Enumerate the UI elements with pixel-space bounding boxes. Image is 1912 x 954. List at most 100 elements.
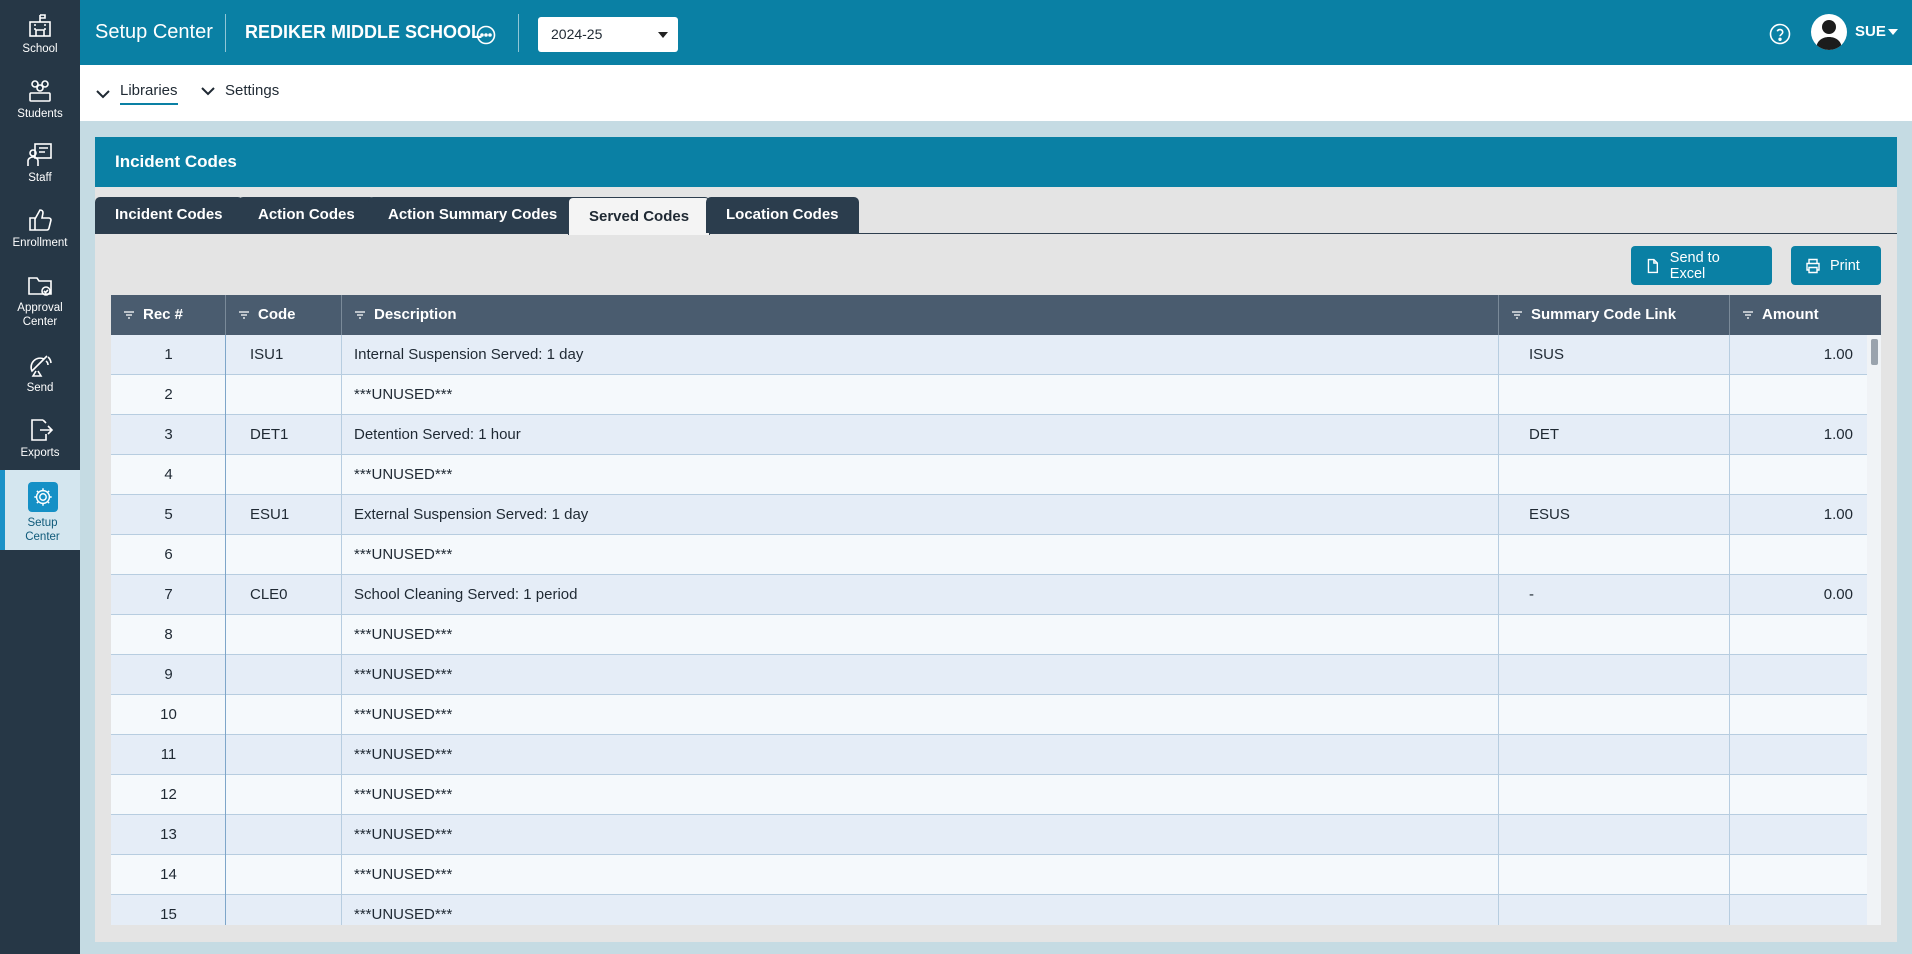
cell-summary-code-link [1499, 775, 1730, 815]
avatar[interactable] [1811, 14, 1847, 50]
sidebar-item-setup-center[interactable]: Setup Center [0, 470, 80, 550]
cell-summary-code-link [1499, 535, 1730, 575]
cell-description: ***UNUSED*** [354, 386, 453, 403]
table-row[interactable]: 7 CLE0 School Cleaning Served: 1 period - 0.… [111, 575, 1867, 615]
table-row[interactable]: 11 ***UNUSED*** [111, 735, 1867, 775]
cell-rec: 5 [164, 506, 173, 523]
cell-rec: 15 [160, 906, 177, 923]
thumbs-up-icon [29, 209, 52, 231]
top-bar: Setup Center REDIKER MIDDLE SCHOOL 2024-… [80, 0, 1912, 65]
table-row[interactable]: 5 ESU1 External Suspension Served: 1 day ES… [111, 495, 1867, 535]
sidebar-item-label: Center [22, 316, 58, 328]
sidebar-item-exports[interactable]: Exports [0, 416, 80, 460]
cell-summary-code-link: DET [1529, 426, 1559, 443]
column-header-summary-code-link[interactable]: Summary Code Link [1499, 295, 1730, 335]
filter-icon[interactable] [123, 309, 135, 321]
column-divider [341, 335, 342, 925]
column-divider [1498, 335, 1499, 925]
filter-icon[interactable] [238, 309, 250, 321]
cell-code [226, 615, 342, 655]
school-icon [29, 14, 51, 37]
sidebar-item-staff[interactable]: Staff [0, 141, 80, 185]
chevron-down-icon [658, 32, 668, 38]
table-row[interactable]: 13 ***UNUSED*** [111, 815, 1867, 855]
column-header-label: Amount [1762, 306, 1819, 323]
table-row[interactable]: 3 DET1 Detention Served: 1 hour DET 1.00 [111, 415, 1867, 455]
user-name[interactable]: SUE [1855, 23, 1886, 40]
cell-code [226, 455, 342, 495]
cell-rec: 11 [160, 746, 177, 763]
filter-icon[interactable] [1511, 309, 1523, 321]
nav-libraries[interactable]: Libraries [95, 82, 178, 105]
cell-description: School Cleaning Served: 1 period [354, 586, 578, 603]
table-row[interactable]: 10 ***UNUSED*** [111, 695, 1867, 735]
sidebar-item-enrollment[interactable]: Enrollment [0, 206, 80, 250]
sidebar-item-label: Approval [17, 302, 63, 314]
cell-rec: 2 [164, 386, 173, 403]
table-row[interactable]: 2 ***UNUSED*** [111, 375, 1867, 415]
cell-description: ***UNUSED*** [354, 786, 453, 803]
cell-description: ***UNUSED*** [354, 706, 453, 723]
cell-amount [1730, 855, 1853, 895]
served-codes-table: Rec # Code Description Summary Code Link… [111, 295, 1881, 925]
cell-summary-code-link [1499, 655, 1730, 695]
cell-rec: 13 [160, 826, 177, 843]
sidebar-item-send[interactable]: Send [0, 351, 80, 395]
tab-served-codes[interactable]: Served Codes [568, 197, 711, 235]
help-icon[interactable] [1768, 22, 1792, 46]
school-name: REDIKER MIDDLE SCHOOL [245, 22, 483, 42]
cell-description: ***UNUSED*** [354, 866, 453, 883]
cell-amount: 1.00 [1823, 506, 1853, 523]
cell-description: External Suspension Served: 1 day [354, 506, 589, 523]
cell-amount [1730, 815, 1853, 855]
cell-code: CLE0 [250, 586, 288, 603]
nav-settings[interactable]: Settings [200, 82, 279, 99]
send-to-excel-button[interactable]: Send to Excel [1631, 246, 1772, 285]
cell-rec: 14 [160, 866, 177, 883]
column-header-label: Code [258, 306, 296, 323]
cell-summary-code-link [1499, 735, 1730, 775]
table-row[interactable]: 8 ***UNUSED*** [111, 615, 1867, 655]
sidebar-item-label: Staff [28, 172, 52, 184]
table-row[interactable]: 4 ***UNUSED*** [111, 455, 1867, 495]
filter-icon[interactable] [1742, 309, 1754, 321]
cell-summary-code-link [1499, 815, 1730, 855]
column-header-amount[interactable]: Amount [1730, 295, 1881, 335]
column-header-rec[interactable]: Rec # [111, 295, 226, 335]
sidebar: School Students Staff Enrollment Approva… [0, 0, 80, 954]
filter-icon[interactable] [354, 309, 366, 321]
sub-navigation: Libraries Settings [80, 65, 1912, 121]
table-row[interactable]: 14 ***UNUSED*** [111, 855, 1867, 895]
table-row[interactable]: 12 ***UNUSED*** [111, 775, 1867, 815]
school-year-select[interactable]: 2024-25 [538, 17, 678, 52]
scrollbar-thumb[interactable] [1871, 339, 1878, 365]
cell-amount: 0.00 [1823, 586, 1853, 603]
more-options-icon[interactable] [476, 25, 496, 45]
tab-action-codes[interactable]: Action Codes [238, 197, 375, 233]
table-row[interactable]: 9 ***UNUSED*** [111, 655, 1867, 695]
table-row[interactable]: 15 ***UNUSED*** [111, 895, 1867, 925]
vertical-scrollbar[interactable] [1867, 335, 1881, 925]
tab-location-codes[interactable]: Location Codes [706, 197, 859, 233]
tab-incident-codes[interactable]: Incident Codes [95, 197, 243, 233]
sidebar-item-approval-center[interactable]: Approval Center [0, 271, 80, 329]
column-divider [225, 335, 226, 925]
cell-code [226, 855, 342, 895]
sidebar-item-label: Setup [27, 517, 58, 529]
tab-action-summary-codes[interactable]: Action Summary Codes [368, 197, 578, 233]
column-header-code[interactable]: Code [226, 295, 342, 335]
table-row[interactable]: 1 ISU1 Internal Suspension Served: 1 day IS… [111, 335, 1867, 375]
cell-code [226, 655, 342, 695]
cell-description: ***UNUSED*** [354, 906, 453, 923]
cell-rec: 7 [164, 586, 173, 603]
sidebar-item-label: Send [26, 382, 54, 394]
column-header-description[interactable]: Description [342, 295, 1499, 335]
caret-down-icon[interactable] [1888, 29, 1898, 35]
nav-libraries-label: Libraries [120, 82, 178, 105]
sidebar-item-students[interactable]: Students [0, 77, 80, 121]
print-button[interactable]: Print [1791, 246, 1881, 285]
sidebar-item-school[interactable]: School [0, 12, 80, 56]
table-row[interactable]: 6 ***UNUSED*** [111, 535, 1867, 575]
cell-summary-code-link [1499, 695, 1730, 735]
sidebar-item-label: Center [25, 531, 60, 543]
